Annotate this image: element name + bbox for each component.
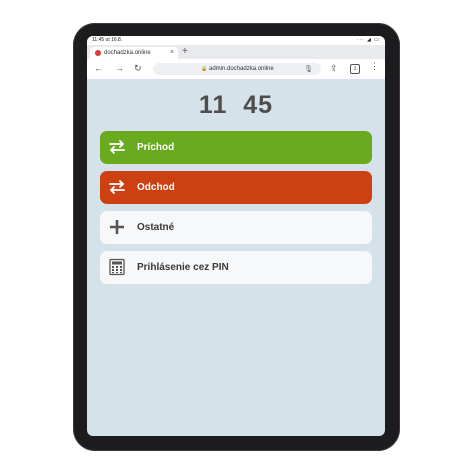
favicon-icon (95, 50, 101, 56)
tab-count-button[interactable]: 1 (350, 64, 360, 74)
forward-icon[interactable]: → (115, 63, 124, 73)
browser-tab-bar: dochadzka.online × + (87, 45, 385, 59)
status-bar: 11:45 ut 16.8. ··· ◢ ▭ (87, 36, 385, 45)
tablet-screen: 11:45 ut 16.8. ··· ◢ ▭ dochadzka.online … (87, 36, 385, 436)
pin-login-button[interactable]: Prihlásenie cez PIN (100, 251, 372, 284)
clock-hours: 11 (198, 91, 228, 119)
back-icon[interactable]: ← (94, 63, 103, 73)
lock-icon: 🔒 (201, 65, 208, 72)
tab-title: dochadzka.online (104, 49, 151, 56)
clock-minutes: 45 (243, 91, 274, 119)
tab-close-icon[interactable]: × (170, 49, 174, 56)
arrival-button[interactable]: Príchod (100, 131, 372, 164)
calculator-icon (109, 258, 125, 276)
plus-icon (110, 220, 124, 234)
arrival-label: Príchod (137, 142, 175, 153)
browser-toolbar: ← → ↻ 🔒 admin.dochadzka.online 🎙 ⇪ 1 ⋮ (87, 59, 385, 80)
address-bar[interactable]: 🔒 admin.dochadzka.online 🎙 (153, 63, 321, 75)
departure-label: Odchod (137, 182, 175, 193)
address-url[interactable]: admin.dochadzka.online (209, 66, 274, 72)
other-button[interactable]: Ostatné (100, 211, 372, 244)
mic-icon[interactable]: 🎙 (304, 65, 313, 73)
pin-login-label: Prihlásenie cez PIN (137, 262, 229, 273)
other-label: Ostatné (137, 222, 175, 233)
share-icon[interactable]: ⇪ (330, 63, 338, 74)
reload-icon[interactable]: ↻ (134, 63, 142, 74)
status-indicators: ··· ◢ ▭ (356, 37, 380, 43)
clock-display: 11 45 (87, 91, 385, 120)
swap-arrows-icon (109, 180, 125, 194)
new-tab-button[interactable]: + (182, 46, 188, 57)
departure-button[interactable]: Odchod (100, 171, 372, 204)
browser-tab[interactable]: dochadzka.online × (90, 47, 178, 59)
swap-arrows-icon (109, 140, 125, 154)
status-time-date: 11:45 ut 16.8. (92, 37, 123, 43)
menu-icon[interactable]: ⋮ (370, 61, 379, 72)
